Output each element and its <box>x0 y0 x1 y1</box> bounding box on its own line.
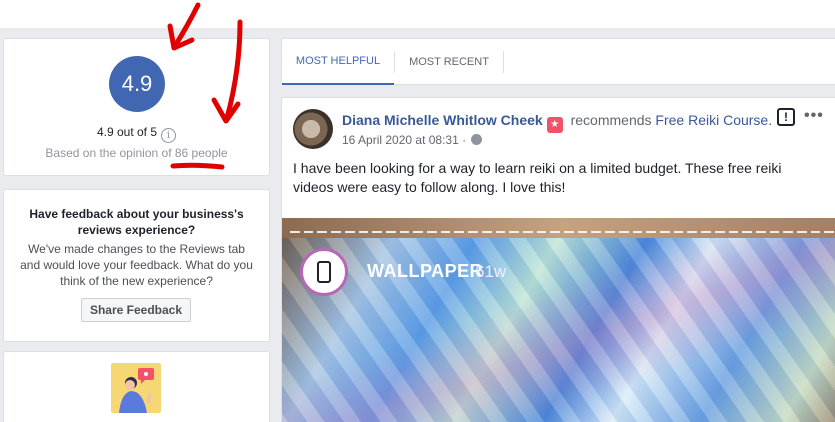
recommends-text: recommends <box>566 112 656 128</box>
info-icon[interactable]: i <box>161 128 177 143</box>
review-date: 16 April 2020 at 08:31 · <box>342 133 483 147</box>
story-progress-bar <box>290 231 835 233</box>
feedback-illustration-icon <box>111 363 161 413</box>
story-avatar <box>300 248 348 296</box>
reviews-tab-bar: MOST HELPFUL MOST RECENT <box>281 38 835 85</box>
story-account-name: WALLPAPER <box>367 261 484 281</box>
review-post: Diana Michelle Whitlow Cheek ★ recommends… <box>281 97 835 422</box>
recommend-badge-icon: ★ <box>546 116 563 133</box>
rating-out-of-text: 4.9 out of 5 <box>96 125 158 139</box>
review-media-image[interactable]: WALLPAPER 61w <box>282 218 835 422</box>
rating-out-of: 4.9 out of 5i <box>4 125 269 143</box>
globe-icon <box>471 134 483 145</box>
report-icon[interactable]: ! <box>777 108 795 126</box>
promo-card <box>3 351 270 422</box>
review-header: Diana Michelle Whitlow Cheek ★ recommends… <box>342 112 772 133</box>
author-name-link[interactable]: Diana Michelle Whitlow Cheek <box>342 112 543 128</box>
opinion-prefix: Based on the opinion of <box>45 146 175 160</box>
opinion-people-link[interactable]: 86 people <box>175 146 228 160</box>
review-date-link[interactable]: 16 April 2020 at 08:31 · <box>342 133 469 147</box>
page-name-link[interactable]: Free Reiki Course. <box>655 112 772 128</box>
tab-most-helpful[interactable]: MOST HELPFUL <box>282 39 394 85</box>
rating-summary-card: 4.9 4.9 out of 5i Based on the opinion o… <box>3 38 270 176</box>
more-options-icon[interactable]: ••• <box>804 107 824 125</box>
rating-opinion: Based on the opinion of 86 people <box>4 146 269 160</box>
story-time-ago: 61w <box>475 262 507 281</box>
phone-icon <box>317 261 331 283</box>
rating-score-circle: 4.9 <box>109 56 165 112</box>
top-bar <box>0 0 835 28</box>
feedback-card: Have feedback about your business's revi… <box>3 189 270 342</box>
author-avatar[interactable] <box>293 109 333 149</box>
tab-most-recent[interactable]: MOST RECENT <box>394 51 504 73</box>
review-text: I have been looking for a way to learn r… <box>293 160 782 195</box>
feedback-body: We've made changes to the Reviews tab an… <box>20 242 253 288</box>
feedback-title: Have feedback about your business's revi… <box>29 207 244 237</box>
share-feedback-button[interactable]: Share Feedback <box>81 298 191 322</box>
